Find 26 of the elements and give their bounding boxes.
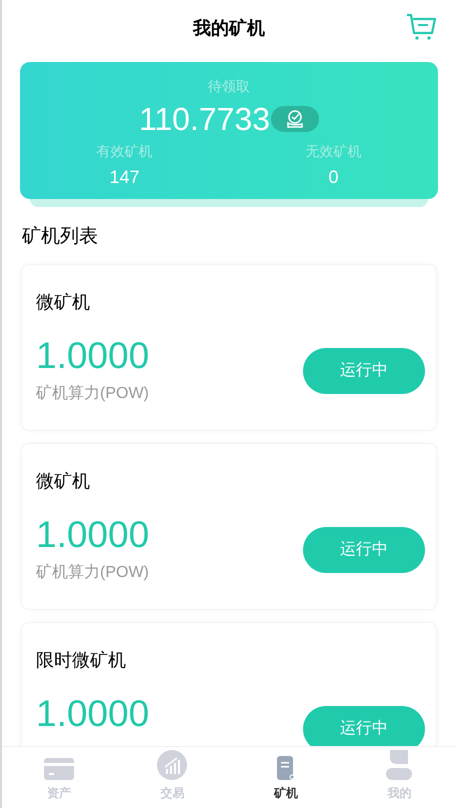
hash-power-label: 矿机算力(POW) [36, 564, 149, 580]
chart-icon [157, 750, 188, 780]
stat-label: 有效矿机 [96, 142, 152, 161]
status-button[interactable]: 运行中 [303, 526, 425, 572]
section-title: 矿机列表 [22, 226, 98, 247]
stat-label: 无效矿机 [306, 142, 362, 161]
card-icon [44, 756, 74, 780]
stat-value: 0 [328, 166, 338, 189]
page-title: 我的矿机 [193, 16, 265, 40]
status-button[interactable]: 运行中 [303, 706, 425, 746]
person-icon [386, 750, 412, 780]
cart-icon[interactable] [406, 13, 436, 41]
pending-label: 待领取 [208, 77, 250, 96]
miner-name: 限时微矿机 [36, 650, 126, 670]
hash-power: 1.0000 [36, 512, 150, 556]
pending-amount: 110.7733 [138, 100, 270, 139]
miner-name: 微矿机 [36, 470, 90, 490]
hash-power-label: 矿机算力(POW) [36, 384, 149, 402]
stat-value: 147 [109, 166, 140, 189]
hash-power: 1.0000 [36, 334, 150, 378]
miner-name: 微矿机 [36, 292, 90, 312]
claim-button[interactable] [271, 106, 320, 132]
status-button[interactable]: 运行中 [303, 348, 425, 394]
hash-power: 1.0000 [36, 692, 150, 736]
nav-tab[interactable]: 矿机 [229, 747, 342, 808]
document-icon [276, 756, 295, 780]
